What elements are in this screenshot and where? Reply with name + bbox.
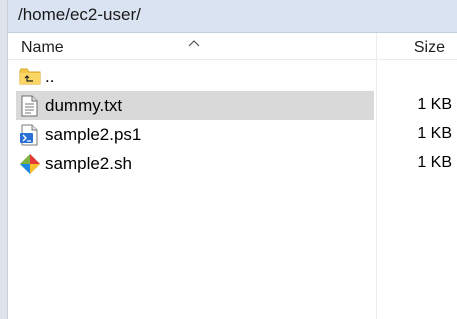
column-divider[interactable]: [376, 33, 377, 319]
shell-script-icon: [19, 153, 40, 174]
file-name: ..: [45, 67, 55, 86]
text-file-icon: [19, 95, 39, 117]
column-header-size[interactable]: Size: [414, 39, 445, 57]
parent-folder-icon: [19, 66, 41, 86]
left-pane-edge: [0, 0, 8, 319]
file-row-sample2-ps1[interactable]: sample2.ps1 1 KB: [16, 120, 452, 149]
list-header: Name Size: [8, 33, 457, 60]
sort-ascending-icon: [188, 34, 200, 52]
file-list[interactable]: Name Size .. dummy.txt 1 KB sample2.ps1 …: [8, 33, 457, 319]
column-header-name[interactable]: Name: [21, 39, 64, 57]
file-name: sample2.sh: [45, 154, 132, 173]
file-row-parent[interactable]: ..: [16, 62, 374, 91]
file-row-dummy-txt[interactable]: dummy.txt 1 KB: [16, 91, 452, 120]
file-size: 1 KB: [417, 154, 452, 171]
file-name: sample2.ps1: [45, 125, 142, 144]
file-size: 1 KB: [417, 96, 452, 113]
file-name: dummy.txt: [45, 96, 123, 115]
path-bar[interactable]: /home/ec2-user/: [8, 0, 457, 33]
file-size: 1 KB: [417, 125, 452, 142]
powershell-script-icon: [19, 124, 39, 146]
file-row-sample2-sh[interactable]: sample2.sh 1 KB: [16, 149, 452, 178]
current-path: /home/ec2-user/: [18, 5, 141, 24]
